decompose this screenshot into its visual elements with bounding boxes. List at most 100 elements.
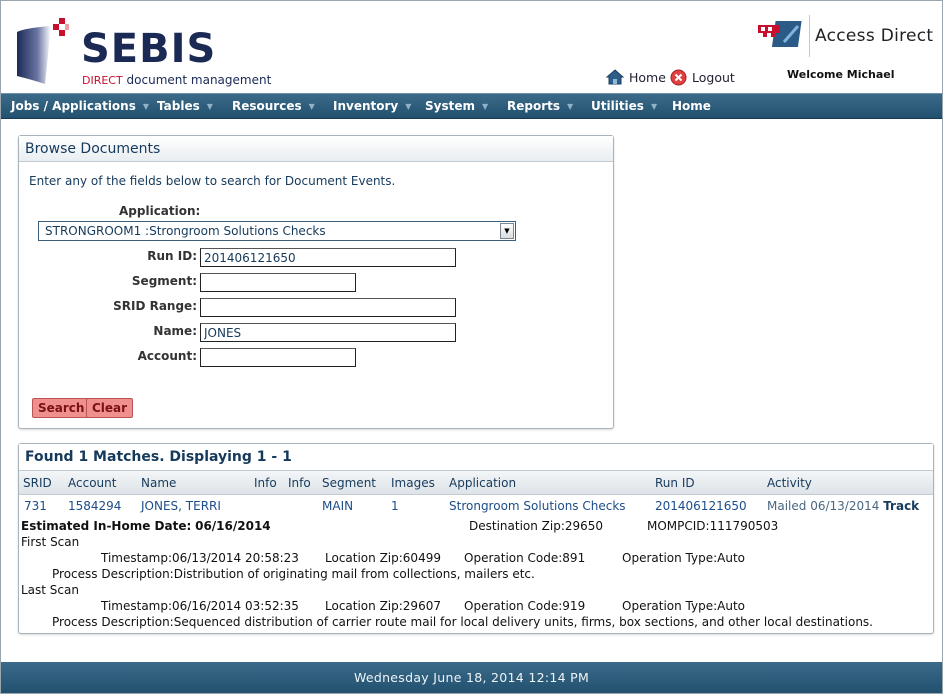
logo-subtitle: DIRECT document management xyxy=(82,73,271,87)
op-type-label: Operation Type: xyxy=(622,599,718,613)
application-select-value: STRONGROOM1 :Strongroom Solutions Checks xyxy=(45,224,326,238)
results-panel: Found 1 Matches. Displaying 1 - 1 SRID A… xyxy=(18,443,934,634)
menu-reports[interactable]: Reports ▼ xyxy=(507,99,573,113)
results-title: Found 1 Matches. Displaying 1 - 1 xyxy=(19,444,933,471)
column-header-run-id[interactable]: Run ID xyxy=(655,476,695,490)
process-desc-label: Process Description: xyxy=(52,615,174,629)
op-code-label: Operation Code: xyxy=(464,551,563,565)
first-scan-location-zip: Location Zip:60499 xyxy=(325,551,441,565)
last-scan-op-type: Operation Type:Auto xyxy=(622,599,745,613)
op-code-value: 919 xyxy=(562,599,586,613)
chevron-down-icon: ▼ xyxy=(405,101,412,111)
name-input[interactable] xyxy=(200,323,456,342)
location-zip-label: Location Zip: xyxy=(325,551,403,565)
est-inhome-label: Estimated In-Home Date: xyxy=(21,519,192,533)
est-inhome-value: 06/16/2014 xyxy=(195,519,271,533)
menu-utilities[interactable]: Utilities ▼ xyxy=(591,99,657,113)
menu-jobs-applications[interactable]: Jobs / Applications ▼ xyxy=(11,99,149,113)
browse-documents-panel: Browse Documents Enter any of the fields… xyxy=(18,135,614,429)
menu-home[interactable]: Home xyxy=(672,99,711,113)
logo-title: SEBIS xyxy=(81,26,217,72)
chevron-down-icon: ▼ xyxy=(482,101,489,111)
last-scan-location-zip: Location Zip:29607 xyxy=(325,599,441,613)
column-header-account[interactable]: Account xyxy=(68,476,116,490)
first-scan-heading: First Scan xyxy=(21,535,80,549)
sebis-logo-icon xyxy=(17,18,69,84)
search-button[interactable]: Search xyxy=(32,398,91,418)
op-code-label: Operation Code: xyxy=(464,599,563,613)
destination-zip: Destination Zip:29650 xyxy=(469,519,603,533)
cell-segment[interactable]: MAIN xyxy=(322,499,353,513)
menu-label: Utilities xyxy=(591,99,644,113)
chevron-down-icon: ▼ xyxy=(206,101,213,111)
chevron-down-icon: ▼ xyxy=(500,223,514,239)
segment-label: Segment: xyxy=(131,274,197,288)
run-id-input[interactable] xyxy=(200,248,456,267)
op-type-label: Operation Type: xyxy=(622,551,718,565)
mompcid-label: MOMPCID: xyxy=(647,519,710,533)
account-input[interactable] xyxy=(200,348,356,367)
logo-sub-direct: DIRECT xyxy=(82,74,123,87)
clear-button[interactable]: Clear xyxy=(86,398,134,418)
segment-input[interactable] xyxy=(200,273,356,292)
timestamp-value: 06/16/2014 03:52:35 xyxy=(172,599,299,613)
access-direct-key-icon xyxy=(758,21,802,47)
results-table-header: SRID Account Name Info Info Segment Imag… xyxy=(19,471,933,495)
process-desc-value: Sequenced distribution of carrier route … xyxy=(173,615,873,629)
timestamp-value: 06/13/2014 20:58:23 xyxy=(172,551,299,565)
browse-panel-title: Browse Documents xyxy=(19,136,613,162)
location-zip-label: Location Zip: xyxy=(325,599,403,613)
main-menu-bar: Jobs / Applications ▼ Tables ▼ Resources ▼ … xyxy=(1,93,942,119)
access-direct-divider xyxy=(809,15,810,57)
chevron-down-icon: ▼ xyxy=(308,101,315,111)
op-code-value: 891 xyxy=(562,551,586,565)
application-select[interactable]: STRONGROOM1 :Strongroom Solutions Checks… xyxy=(38,221,516,241)
cell-images[interactable]: 1 xyxy=(391,499,399,513)
logout-icon xyxy=(670,69,687,86)
name-label: Name: xyxy=(153,324,197,338)
column-header-application[interactable]: Application xyxy=(449,476,516,490)
browse-intro-text: Enter any of the fields below to search … xyxy=(29,174,396,188)
est-inhome-date: Estimated In-Home Date: 06/16/2014 xyxy=(21,519,271,533)
first-scan-op-type: Operation Type:Auto xyxy=(622,551,745,565)
cell-srid[interactable]: 731 xyxy=(24,499,47,513)
column-header-segment[interactable]: Segment xyxy=(322,476,376,490)
last-scan-timestamp: Timestamp:06/16/2014 03:52:35 xyxy=(101,599,299,613)
cell-name[interactable]: JONES, TERRI xyxy=(141,499,221,513)
cell-activity: Mailed 06/13/2014 Track xyxy=(767,499,919,513)
last-scan-op-code: Operation Code:919 xyxy=(464,599,585,613)
menu-inventory[interactable]: Inventory ▼ xyxy=(333,99,411,113)
mompcid-value: 111790503 xyxy=(709,519,779,533)
srid-range-input[interactable] xyxy=(200,298,456,317)
first-scan-process-description: Process Description:Distribution of orig… xyxy=(52,567,535,581)
column-header-srid[interactable]: SRID xyxy=(23,476,52,490)
column-header-activity[interactable]: Activity xyxy=(767,476,812,490)
cell-account[interactable]: 1584294 xyxy=(68,499,121,513)
logout-link[interactable]: Logout xyxy=(670,69,735,86)
logout-link-label: Logout xyxy=(692,70,735,85)
column-header-info-2: Info xyxy=(288,476,311,490)
menu-resources[interactable]: Resources ▼ xyxy=(232,99,315,113)
cell-run-id[interactable]: 201406121650 xyxy=(655,499,747,513)
column-header-name[interactable]: Name xyxy=(141,476,176,490)
last-scan-process-description: Process Description:Sequenced distributi… xyxy=(52,615,873,629)
application-label: Application: xyxy=(119,204,201,218)
track-link[interactable]: Track xyxy=(883,499,919,513)
chevron-down-icon: ▼ xyxy=(142,101,150,111)
menu-label: Reports xyxy=(507,99,561,113)
first-scan-op-code: Operation Code:891 xyxy=(464,551,585,565)
first-scan-timestamp: Timestamp:06/13/2014 20:58:23 xyxy=(101,551,299,565)
home-icon xyxy=(606,69,624,85)
cell-application[interactable]: Strongroom Solutions Checks xyxy=(449,499,626,513)
menu-label: Home xyxy=(672,99,711,113)
menu-label: Inventory xyxy=(333,99,399,113)
welcome-text: Welcome Michael xyxy=(787,68,895,81)
menu-label: Jobs / Applications xyxy=(11,99,136,113)
process-desc-value: Distribution of originating mail from co… xyxy=(173,567,535,581)
menu-system[interactable]: System ▼ xyxy=(425,99,488,113)
menu-tables[interactable]: Tables ▼ xyxy=(157,99,213,113)
timestamp-label: Timestamp: xyxy=(101,599,173,613)
home-link[interactable]: Home xyxy=(606,69,666,85)
column-header-images[interactable]: Images xyxy=(391,476,435,490)
last-scan-heading: Last Scan xyxy=(21,583,79,597)
